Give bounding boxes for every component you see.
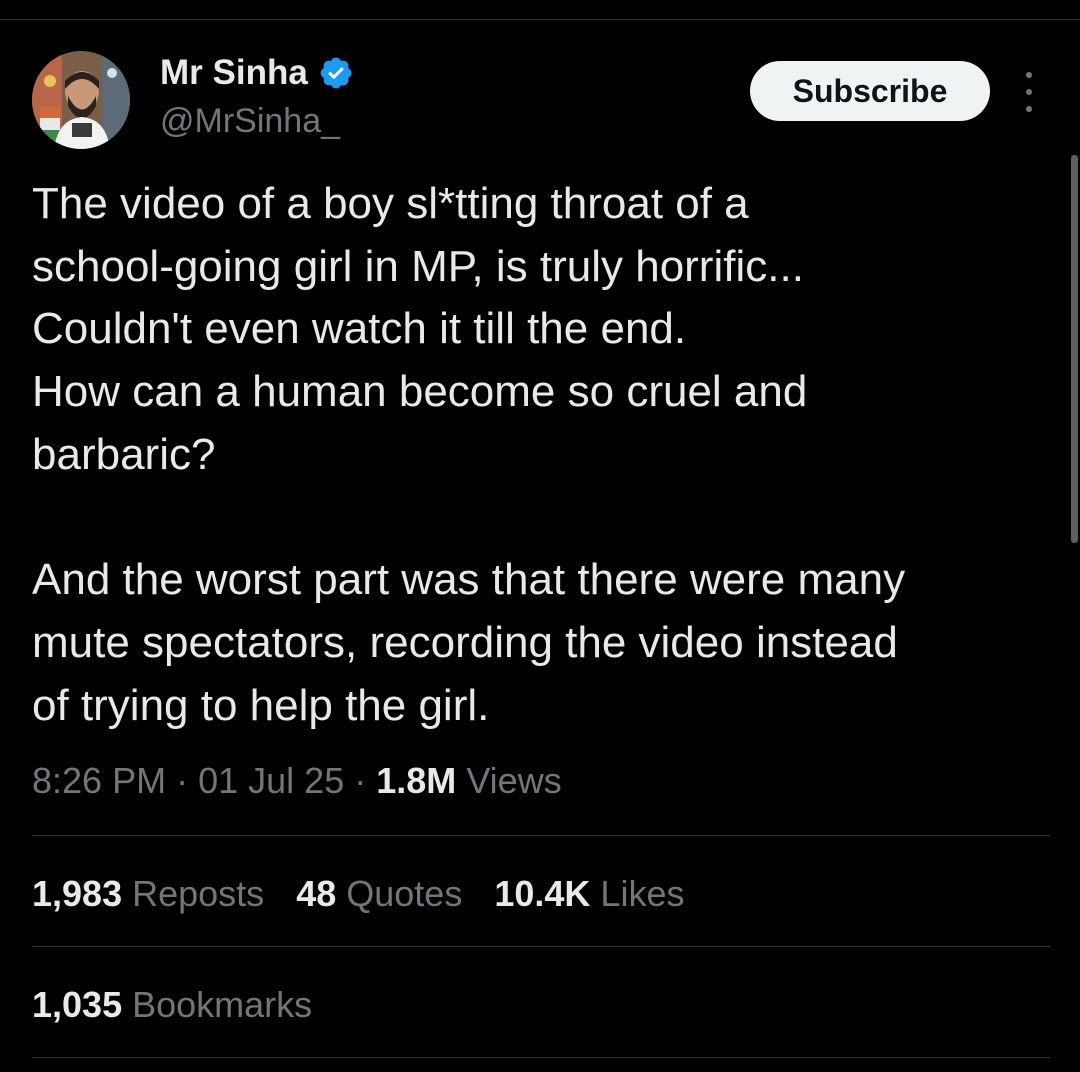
more-dot <box>1026 89 1032 95</box>
divider <box>32 835 1050 836</box>
tweet-date[interactable]: 01 Jul 25 <box>198 760 344 801</box>
quotes-count: 48 <box>296 873 337 914</box>
divider <box>32 946 1050 947</box>
views-count: 1.8M <box>376 760 457 801</box>
top-divider <box>0 19 1080 20</box>
avatar[interactable] <box>32 51 130 149</box>
author-name-row[interactable]: Mr Sinha <box>160 52 354 94</box>
reposts-stat[interactable]: 1,983 Reposts <box>32 870 264 918</box>
author-handle[interactable]: @MrSinha_ <box>160 100 340 142</box>
author-display-name[interactable]: Mr Sinha <box>160 52 308 94</box>
verified-badge-icon <box>320 57 352 89</box>
scrollbar[interactable] <box>1071 155 1078 543</box>
reposts-count: 1,983 <box>32 873 123 914</box>
tweet-meta: 8:26 PM · 01 Jul 25 · 1.8M Views <box>32 758 562 804</box>
bookmarks-count: 1,035 <box>32 984 123 1025</box>
tweet-text: The video of a boy sl*tting throat of a … <box>32 179 906 730</box>
tweet-time[interactable]: 8:26 PM <box>32 760 166 801</box>
meta-separator: · <box>354 760 367 801</box>
avatar-image <box>32 51 130 149</box>
reposts-label: Reposts <box>132 873 265 914</box>
bookmarks-label: Bookmarks <box>132 984 313 1025</box>
subscribe-button[interactable]: Subscribe <box>750 61 990 121</box>
quotes-stat[interactable]: 48 Quotes <box>296 870 462 918</box>
likes-count: 10.4K <box>494 873 591 914</box>
divider <box>32 1057 1050 1058</box>
more-dot <box>1026 72 1032 78</box>
more-vertical-icon[interactable] <box>1018 70 1040 114</box>
likes-stat[interactable]: 10.4K Likes <box>494 870 684 918</box>
likes-label: Likes <box>600 873 685 914</box>
quotes-label: Quotes <box>346 873 463 914</box>
meta-separator: · <box>176 760 189 801</box>
views-label: Views <box>466 760 562 801</box>
engagement-stats: 1,983 Reposts 48 Quotes 10.4K Likes <box>32 870 684 918</box>
more-dot <box>1026 106 1032 112</box>
bookmarks-stat[interactable]: 1,035 Bookmarks <box>32 981 312 1029</box>
